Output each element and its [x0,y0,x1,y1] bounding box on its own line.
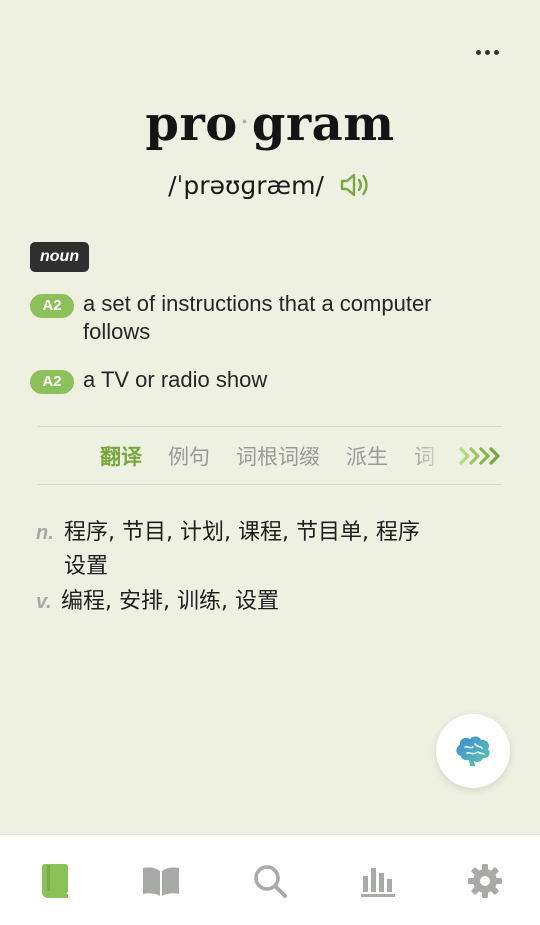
statistics-icon [361,868,395,897]
translation-item: n. 程序, 节目, 计划, 课程, 节目单, 程序设置 [36,516,424,584]
translation-text: 编程, 安排, 训练, 设置 [61,589,279,614]
detail-tabs: 翻译例句词根词缀派生词 [100,438,440,478]
cefr-level-badge: A2 [30,294,74,318]
tab-roots-affixes[interactable]: 词根词缀 [236,438,320,478]
headword: pro·gram [0,96,540,152]
vocabulary-book-icon [42,864,68,898]
triple-chevron-right-icon[interactable] [458,444,502,468]
open-book-icon [143,867,179,896]
tabs-top-divider [38,426,502,427]
nav-vocabulary[interactable] [32,861,76,901]
phonetic-transcription: /ˈprəʊɡræm/ [168,170,324,200]
definition-text: a TV or radio show [83,367,268,392]
headword-syllable: gram [251,96,395,152]
translation-item: v. 编程, 安排, 训练, 设置 [36,585,421,619]
cefr-level-badge: A2 [30,370,74,394]
translation-text: 程序, 节目, 计划, 课程, 节目单, 程序设置 [64,520,420,579]
tab-derivatives[interactable]: 派生 [346,438,388,478]
definition-text: a set of instructions that a computer fo… [83,291,432,344]
part-of-speech-badge: noun [30,242,90,272]
syllable-separator: · [239,105,250,140]
translation-pos: n. [36,522,54,544]
more-options-button[interactable] [470,40,504,64]
settings-gear-icon [468,864,502,898]
nav-reading[interactable] [139,861,183,901]
nav-statistics[interactable] [356,861,400,901]
nav-search[interactable] [248,861,292,901]
tabs-bottom-divider [38,484,502,485]
definition-item: A2 a set of instructions that a computer… [30,290,483,346]
search-icon [254,865,287,898]
headword-syllable: pro [145,96,238,152]
speaker-icon[interactable] [338,170,372,200]
translation-pos: v. [36,591,52,613]
tab-translation[interactable]: 翻译 [100,438,142,478]
memory-training-button[interactable] [436,714,510,788]
more-horizontal-icon [475,49,481,55]
definition-item: A2 a TV or radio show [30,366,483,394]
pronunciation-row: /ˈprəʊɡræm/ [0,170,540,200]
bottom-navigation [0,834,540,925]
nav-settings[interactable] [463,861,507,901]
brain-icon [456,736,490,766]
tab-examples[interactable]: 例句 [168,438,210,478]
tabs-fade [410,438,450,478]
